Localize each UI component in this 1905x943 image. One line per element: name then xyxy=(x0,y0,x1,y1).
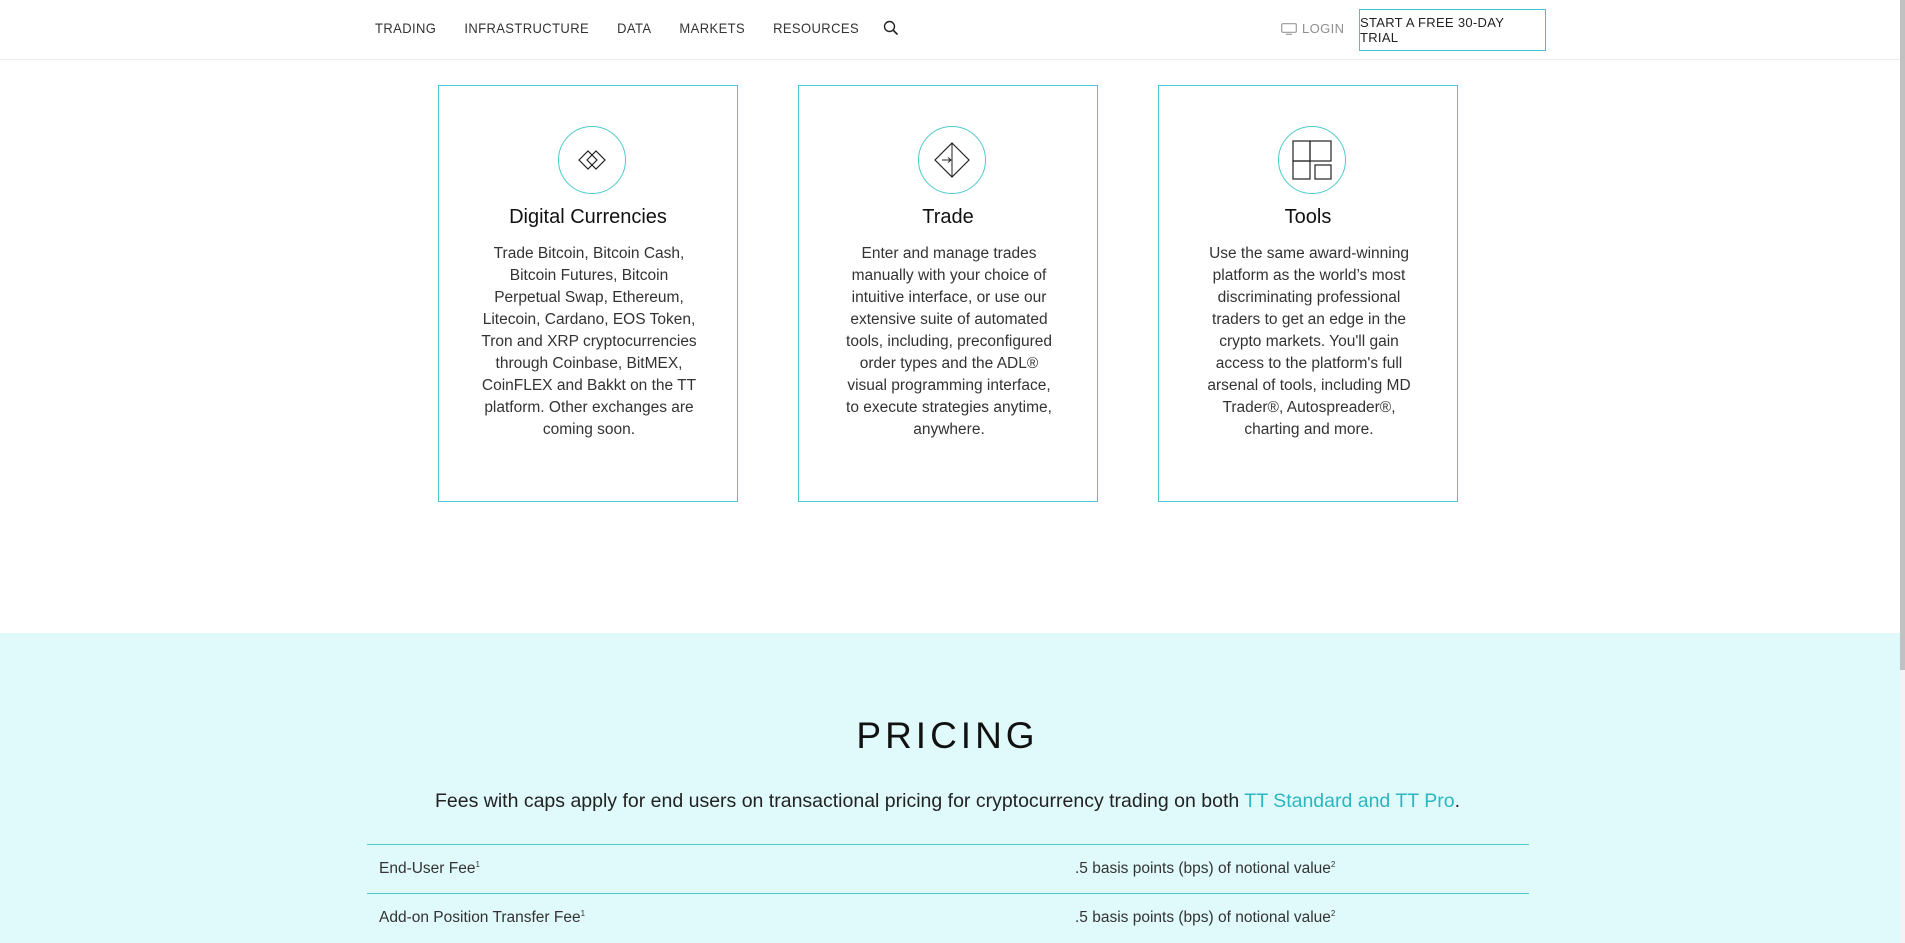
card-title: Tools xyxy=(1284,206,1332,228)
nav-item-trading[interactable]: TRADING xyxy=(375,20,436,36)
main-nav: TRADING INFRASTRUCTURE DATA MARKETS RESO… xyxy=(375,20,899,36)
card-title: Trade xyxy=(922,206,974,228)
fee-value-text: .5 basis points (bps) of notional value xyxy=(1075,909,1331,926)
card-title: Digital Currencies xyxy=(509,206,667,228)
login-link[interactable]: LOGIN xyxy=(1281,21,1344,36)
fee-value: .5 basis points (bps) of notional value2 xyxy=(1075,909,1335,927)
top-navigation-bar: TRADING INFRASTRUCTURE DATA MARKETS RESO… xyxy=(0,0,1900,60)
fee-label: End-User Fee1 xyxy=(379,860,480,878)
footnote-marker[interactable]: 2 xyxy=(1331,860,1335,869)
card-description: Trade Bitcoin, Bitcoin Cash, Bitcoin Fut… xyxy=(481,245,697,438)
login-label: LOGIN xyxy=(1302,21,1345,36)
card-icon-badge xyxy=(1278,126,1346,194)
nav-item-infrastructure[interactable]: INFRASTRUCTURE xyxy=(464,20,589,36)
fee-label-text: End-User Fee xyxy=(379,860,476,877)
start-trial-button[interactable]: START A FREE 30-DAY TRIAL xyxy=(1359,9,1546,51)
monitor-icon xyxy=(1281,22,1297,35)
tt-standard-pro-link[interactable]: TT Standard and TT Pro xyxy=(1244,790,1454,812)
card-icon-badge xyxy=(918,126,986,194)
feature-card-digital-currencies: Digital Currencies Trade Bitcoin, Bitcoi… xyxy=(438,85,738,502)
card-icon-badge xyxy=(558,126,626,194)
panels-icon xyxy=(1292,140,1332,180)
diamond-pair-icon xyxy=(578,150,606,170)
pricing-description-suffix: . xyxy=(1454,790,1461,812)
diamond-arrow-icon xyxy=(934,142,970,178)
fee-value-text: .5 basis points (bps) of notional value xyxy=(1075,860,1331,877)
pricing-description-text: Fees with caps apply for end users on tr… xyxy=(434,790,1245,812)
nav-item-data[interactable]: DATA xyxy=(617,20,651,36)
footnote-marker[interactable]: 1 xyxy=(475,860,479,869)
nav-item-resources[interactable]: RESOURCES xyxy=(773,20,859,36)
feature-card-trade: Trade Enter and manage trades manually w… xyxy=(798,85,1098,502)
table-row: End-User Fee1 .5 basis points (bps) of n… xyxy=(367,844,1529,893)
fee-label-text: Add-on Position Transfer Fee xyxy=(379,909,581,926)
card-description: Enter and manage trades manually with yo… xyxy=(846,245,1052,438)
card-description: Use the same award-winning platform as t… xyxy=(1207,245,1411,438)
fee-value: .5 basis points (bps) of notional value2 xyxy=(1075,860,1335,878)
feature-card-tools: Tools Use the same award-winning platfor… xyxy=(1158,85,1458,502)
fee-label: Add-on Position Transfer Fee1 xyxy=(379,909,585,927)
scrollbar-thumb[interactable] xyxy=(1900,0,1905,670)
search-icon[interactable] xyxy=(883,20,899,36)
footnote-marker[interactable]: 1 xyxy=(581,909,585,918)
table-row: Add-on Position Transfer Fee1 .5 basis p… xyxy=(367,893,1529,942)
nav-item-markets[interactable]: MARKETS xyxy=(679,20,745,36)
footnote-marker[interactable]: 2 xyxy=(1331,909,1335,918)
pricing-table: End-User Fee1 .5 basis points (bps) of n… xyxy=(367,844,1529,942)
pricing-title: PRICING xyxy=(856,715,1039,756)
pricing-description: Fees with caps apply for end users on tr… xyxy=(0,790,1895,813)
